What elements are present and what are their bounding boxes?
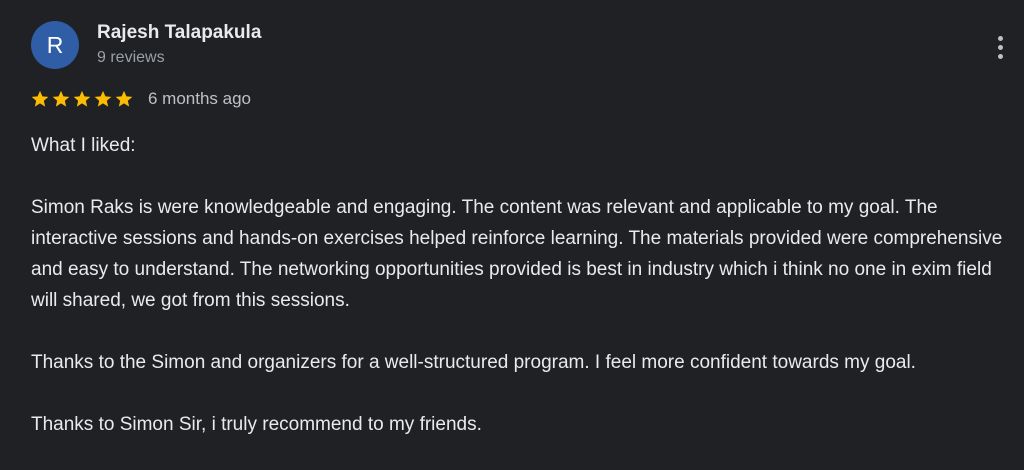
avatar[interactable]: R — [31, 21, 79, 69]
more-options-button[interactable] — [988, 31, 1012, 63]
more-vert-icon — [997, 35, 1003, 59]
star-icon — [73, 90, 91, 107]
reviewer-review-count: 9 reviews — [97, 49, 165, 66]
review-card: R Rajesh Talapakula 9 reviews 6 months a… — [0, 0, 1024, 470]
review-time: 6 months ago — [148, 89, 252, 108]
star-icon — [52, 90, 70, 107]
star-icon — [31, 90, 49, 107]
review-paragraph: What I liked: — [31, 135, 136, 156]
review-text: What I liked: Simon Raks is were knowled… — [31, 130, 1021, 440]
star-icon — [94, 90, 112, 107]
avatar-initial: R — [46, 31, 64, 58]
reviewer-name[interactable]: Rajesh Talapakula — [97, 22, 261, 44]
rating-row: 6 months ago — [30, 88, 251, 110]
review-paragraph: Thanks to Simon Sir, i truly recommend t… — [31, 414, 482, 435]
star-rating — [30, 89, 134, 109]
review-paragraph: Thanks to the Simon and organizers for a… — [31, 352, 916, 373]
star-icon — [115, 90, 133, 107]
review-paragraph: Simon Raks is were knowledgeable and eng… — [31, 197, 1003, 311]
